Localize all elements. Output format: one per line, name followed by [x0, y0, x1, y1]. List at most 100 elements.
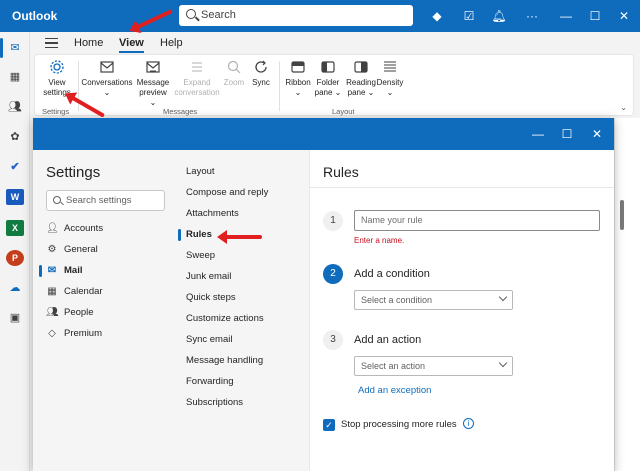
category-accounts[interactable]: 👤︎ Accounts	[46, 222, 103, 236]
section-layout[interactable]: Layout	[186, 166, 215, 177]
add-condition-heading: Add a condition	[354, 268, 430, 280]
word-app-icon[interactable]: W	[6, 189, 24, 205]
more-options-icon[interactable]: ···	[524, 8, 540, 24]
gear-icon: ⚙	[47, 244, 57, 255]
section-junk-email[interactable]: Junk email	[186, 271, 231, 282]
sync-button[interactable]: Sync	[248, 59, 274, 88]
density-button[interactable]: Density ⌄	[376, 59, 404, 98]
ribbon-layout-button[interactable]: Ribbon ⌄	[283, 59, 313, 98]
divider	[310, 187, 614, 188]
search-placeholder: Search	[201, 9, 236, 21]
ribbon-layout-label: Ribbon	[285, 78, 311, 87]
section-forwarding[interactable]: Forwarding	[186, 376, 234, 387]
person-icon: 👤︎	[46, 223, 59, 234]
expand-conversation-label-2: conversation	[174, 88, 220, 97]
section-quick-steps[interactable]: Quick steps	[186, 292, 236, 303]
people-app-icon[interactable]: 👥︎	[6, 99, 24, 115]
tab-help[interactable]: Help	[160, 37, 183, 49]
category-premium[interactable]: ◇ Premium	[46, 327, 102, 341]
tab-view[interactable]: View	[119, 37, 144, 53]
reading-pane-label-1: Reading	[346, 78, 376, 87]
category-mail-label: Mail	[64, 265, 83, 276]
groups-app-icon[interactable]: ✿	[6, 129, 24, 145]
density-icon	[384, 61, 396, 72]
zoom-label: Zoom	[223, 78, 245, 87]
step-1-badge: 1	[323, 211, 343, 231]
premium-diamond-icon[interactable]: ◆	[429, 8, 445, 24]
folder-pane-label-1: Folder	[316, 78, 340, 87]
zoom-icon	[227, 60, 241, 74]
maximize-icon[interactable]: ☐	[587, 8, 603, 24]
settings-search-input[interactable]: Search settings	[46, 190, 165, 211]
search-icon	[186, 9, 196, 19]
gear-icon	[50, 60, 64, 74]
hamburger-menu-icon[interactable]	[45, 38, 58, 48]
rules-panel: Rules 1 Name your rule Enter a name. 2 A…	[310, 150, 614, 471]
ribbon-icon	[291, 61, 305, 73]
calendar-icon: ▦	[47, 286, 57, 297]
category-mail[interactable]: ✉ Mail	[38, 264, 83, 278]
section-sync-email[interactable]: Sync email	[186, 334, 232, 345]
more-apps-icon[interactable]: ▣	[6, 310, 24, 326]
category-people-label: People	[64, 307, 94, 318]
conversations-button[interactable]: Conversations ⌄	[81, 59, 133, 98]
section-message-handling[interactable]: Message handling	[186, 355, 263, 366]
section-subscriptions[interactable]: Subscriptions	[186, 397, 243, 408]
category-calendar[interactable]: ▦ Calendar	[46, 285, 102, 299]
global-search-box[interactable]: Search	[179, 5, 413, 26]
mail-app-icon[interactable]: ✉	[0, 38, 24, 58]
ribbon-expand-chevron-icon[interactable]: ⌄	[620, 103, 627, 112]
conversations-label: Conversations	[81, 78, 133, 87]
section-compose-and-reply[interactable]: Compose and reply	[186, 187, 268, 198]
section-attachments[interactable]: Attachments	[186, 208, 239, 219]
add-exception-link[interactable]: Add an exception	[358, 385, 431, 396]
todo-app-icon[interactable]: ✔	[6, 159, 24, 175]
message-preview-label-1: Message	[136, 78, 170, 87]
folder-pane-icon	[321, 61, 335, 73]
expand-conversation-button: Expand conversation	[174, 59, 220, 98]
dialog-close-icon[interactable]: ✕	[590, 127, 604, 141]
group-separator	[279, 61, 280, 111]
view-settings-label-1: View	[48, 78, 66, 87]
stop-processing-checkbox[interactable]: ✓	[323, 419, 335, 431]
excel-app-icon[interactable]: X	[6, 220, 24, 236]
ribbon-tabs: Home View Help	[30, 32, 640, 54]
mail-section-nav: Layout Compose and reply Attachments Rul…	[178, 150, 310, 471]
group-label-settings: Settings	[42, 107, 70, 116]
settings-category-nav: Settings Search settings 👤︎ Accounts ⚙ Gen…	[33, 150, 178, 471]
chevron-down-icon: ⌄	[103, 88, 111, 97]
step-3-badge: 3	[323, 330, 343, 350]
settings-title: Settings	[46, 164, 101, 181]
condition-dropdown-placeholder: Select a condition	[361, 295, 433, 305]
app-title: Outlook	[12, 9, 58, 23]
calendar-app-icon[interactable]: ▦	[6, 69, 24, 85]
category-general[interactable]: ⚙ General	[46, 243, 98, 257]
tab-home[interactable]: Home	[74, 37, 103, 49]
rule-name-input[interactable]: Name your rule	[354, 210, 600, 231]
action-dropdown[interactable]: Select an action	[354, 356, 513, 376]
dialog-minimize-icon[interactable]: —	[531, 127, 545, 141]
section-rules[interactable]: Rules	[178, 229, 212, 241]
step-2-badge: 2	[323, 264, 343, 284]
folder-pane-button[interactable]: Folder pane ⌄	[313, 59, 343, 98]
dialog-maximize-icon[interactable]: ☐	[560, 127, 574, 141]
add-action-heading: Add an action	[354, 334, 422, 346]
section-sweep[interactable]: Sweep	[186, 250, 215, 261]
onedrive-app-icon[interactable]: ☁	[6, 280, 24, 296]
my-day-icon[interactable]: ☑	[461, 8, 477, 24]
category-people[interactable]: 👥︎ People	[46, 306, 94, 320]
section-customize-actions[interactable]: Customize actions	[186, 313, 264, 324]
reading-pane-button[interactable]: Reading pane ⌄	[344, 59, 378, 98]
scrollbar-thumb[interactable]	[620, 200, 624, 230]
message-preview-button[interactable]: Message preview ⌄	[135, 59, 171, 108]
close-icon[interactable]: ✕	[616, 8, 632, 24]
minimize-icon[interactable]: —	[558, 8, 574, 24]
rule-name-error: Enter a name.	[354, 236, 405, 245]
folder-pane-label-2: pane	[314, 88, 333, 97]
info-icon[interactable]: i	[463, 418, 474, 429]
background-message-pane	[614, 118, 640, 471]
powerpoint-app-icon[interactable]: P	[6, 250, 24, 266]
reading-pane-icon	[354, 61, 368, 73]
condition-dropdown[interactable]: Select a condition	[354, 290, 513, 310]
notifications-bell-icon[interactable]: 🔔︎	[491, 8, 507, 24]
